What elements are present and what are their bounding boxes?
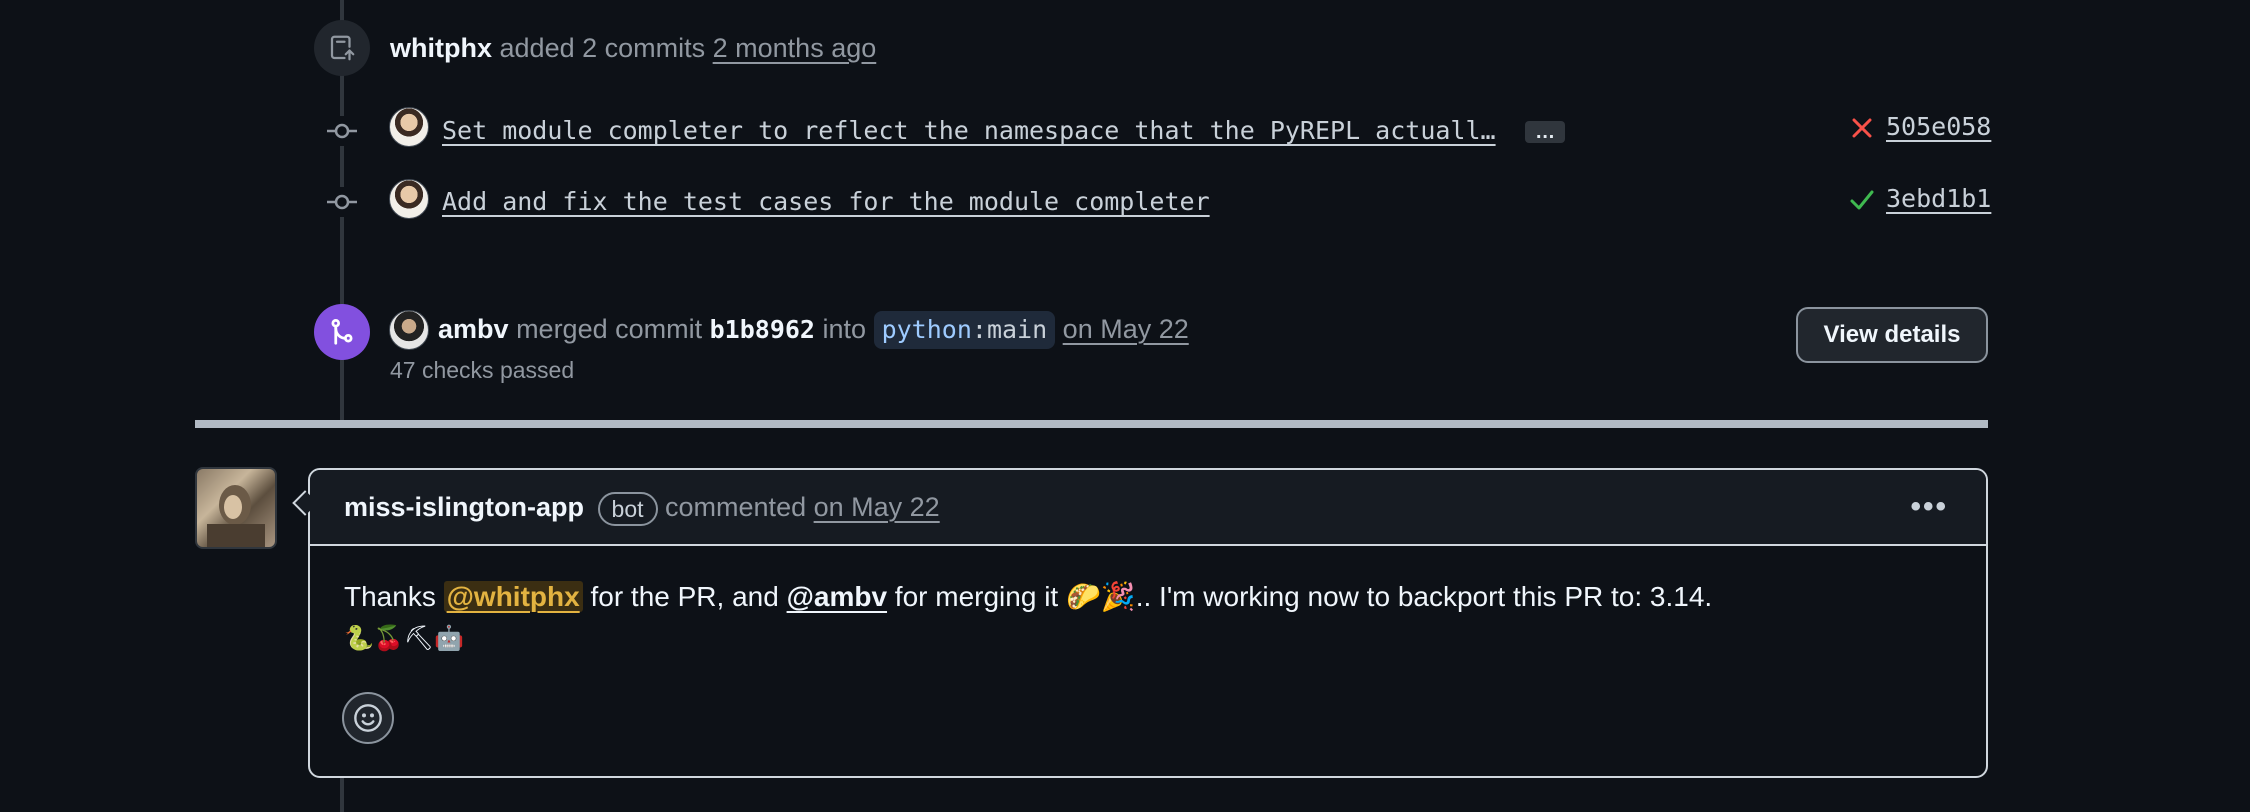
branch-repo: python [881,315,972,344]
branch-name: main [986,315,1048,344]
comment-author[interactable]: miss-islington-app [344,492,584,522]
merge-icon [314,304,370,360]
commits-event-time[interactable]: 2 months ago [713,33,877,63]
mention-ambv[interactable]: @ambv [787,581,887,612]
commit-message[interactable]: Set module_completer to reflect the name… [442,116,1496,145]
commit-row: Set module_completer to reflect the name… [442,113,1566,148]
commit-sha[interactable]: 505e058 [1886,112,1991,141]
timeline-divider [195,420,1988,428]
merge-into: into [822,314,867,344]
expand-commit-button[interactable]: … [1525,120,1566,143]
merge-event-line: ambv merged commit b1b8962 into python:m… [438,311,1189,349]
commit-dot-icon [327,116,357,146]
timeline-line-lower [340,778,344,812]
comment-body: Thanks @whitphx for the PR, and @ambv fo… [344,576,1712,660]
check-icon[interactable] [1849,188,1875,217]
commit-sha[interactable]: 3ebd1b1 [1886,184,1991,213]
comment-line-1: Thanks @whitphx for the PR, and @ambv fo… [344,576,1712,618]
commit-dot-icon [327,187,357,217]
comment-text-pre: Thanks [344,581,444,612]
commits-event-line: whitphx added 2 commits 2 months ago [390,31,876,65]
branch-label[interactable]: python:main [873,311,1056,349]
x-icon[interactable] [1850,116,1874,145]
mention-whitphx[interactable]: @whitphx [443,581,583,612]
bot-avatar[interactable] [195,467,277,549]
commit-row: Add and fix the test cases for the modul… [442,184,1210,219]
merge-time[interactable]: on May 22 [1063,314,1189,344]
merge-user[interactable]: ambv [438,314,509,344]
comment-line-2: 🐍🍒⛏🤖 [344,625,465,652]
commit-author-avatar[interactable] [389,179,429,219]
comment-action: commented [665,492,807,522]
comment-header-text: miss-islington-app bot commented on May … [344,490,940,526]
merger-avatar[interactable] [389,310,429,350]
commit-author-avatar[interactable] [389,107,429,147]
push-event-icon [314,20,370,76]
commits-event-action: added 2 commits [499,33,706,63]
comment-text-mid: for the PR, and [582,581,787,612]
smiley-icon [354,704,382,732]
merge-commit-sha[interactable]: b1b8962 [710,315,815,344]
merge-action: merged commit [516,314,703,344]
comment-options-icon[interactable]: ••• [1910,490,1948,524]
comment-text-post: for merging it 🌮🎉.. I'm working now to b… [887,581,1713,612]
comment-box: miss-islington-app bot commented on May … [308,468,1988,778]
comment-header: miss-islington-app bot commented on May … [310,470,1986,546]
checks-status[interactable]: 47 checks passed [390,357,574,384]
view-details-button[interactable]: View details [1796,307,1988,363]
commit-message[interactable]: Add and fix the test cases for the modul… [442,187,1210,216]
bot-badge: bot [597,491,658,526]
commits-event-user[interactable]: whitphx [390,33,492,63]
branch-separator: : [971,315,987,344]
comment-time[interactable]: on May 22 [814,492,940,522]
add-reaction-button[interactable] [342,692,394,744]
